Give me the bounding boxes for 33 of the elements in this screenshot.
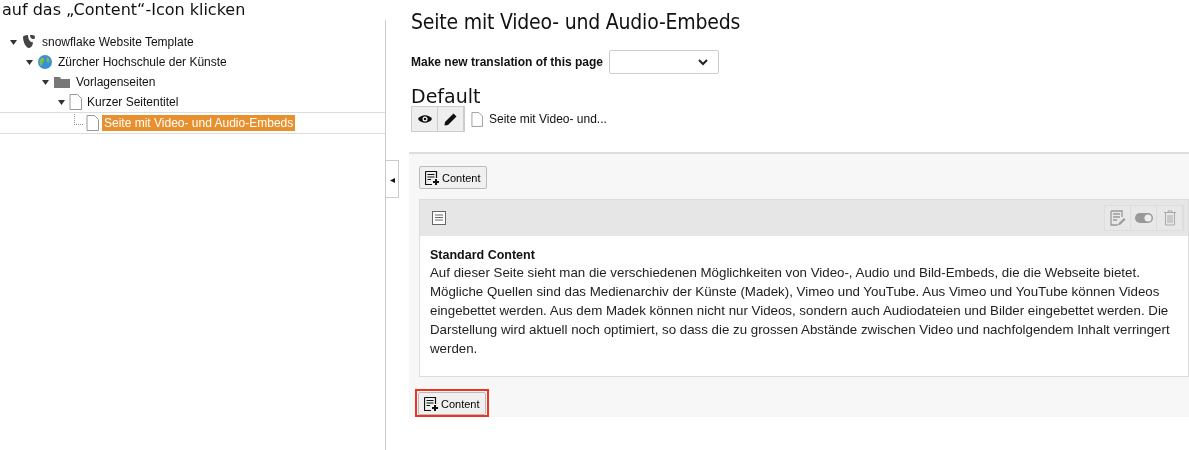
eye-icon [417, 114, 432, 124]
page-label: Seite mit Video- und... [489, 112, 607, 126]
page-icon [471, 111, 483, 127]
edit-icon [1109, 210, 1126, 226]
trash-icon [1163, 210, 1176, 226]
pencil-icon [444, 112, 457, 126]
add-content-icon [424, 396, 438, 411]
chevron-icon [698, 58, 709, 66]
tree-item[interactable]: Zürcher Hochschule der Künste [56, 54, 229, 70]
page-icon [69, 94, 82, 110]
expand-triangle-icon[interactable] [58, 98, 66, 106]
element-title: Standard Content [430, 248, 536, 262]
text-element-icon [432, 211, 446, 225]
caption-text: auf das „Content“-Icon klicken [1, 0, 247, 20]
expand-triangle-icon[interactable] [42, 78, 50, 86]
tree-item[interactable]: Vorlagenseiten [74, 74, 158, 90]
new-content-button[interactable]: Content [418, 392, 486, 415]
toggle-icon [1134, 213, 1153, 223]
folder-icon [53, 75, 71, 89]
expand-triangle-icon[interactable] [10, 38, 18, 46]
tree-item[interactable]: Kurzer Seitentitel [85, 94, 181, 110]
expand-triangle-icon[interactable] [26, 58, 34, 66]
new-content-button[interactable]: Content [419, 166, 487, 189]
translation-label: Make new translation of this page [411, 55, 604, 69]
page-title: Seite mit Video- und Audio-Embeds [411, 10, 742, 34]
tree-item[interactable]: snowflake Website Template [40, 34, 196, 50]
logo-icon [21, 34, 37, 50]
page-icon [86, 115, 99, 131]
add-content-icon [425, 170, 439, 185]
collapse-toggle[interactable]: ◂ [386, 160, 399, 198]
element-text: Auf dieser Seite sieht man die verschiedenen Möglichkeiten von Video-, Audio und Bild-Embeds, die die Webseite bietet. Mögliche Quellen sind das Medienarchiv der Künste (Madek), Vimeo und YouTube. Aus Vimeo und YouTube können Videos eingebettet werden. Aus dem Madek können nicht nur Videos, sondern auch Audiodateien und Bilder eingebettet werden. Die Darstellung wird aktuell noch optimiert, so dass die zu grossen Abstände zwischen Video und nachfolgendem Inhalt verringert werden. [430, 264, 1171, 358]
globe-icon [37, 54, 53, 70]
language-heading: Default [411, 86, 482, 106]
